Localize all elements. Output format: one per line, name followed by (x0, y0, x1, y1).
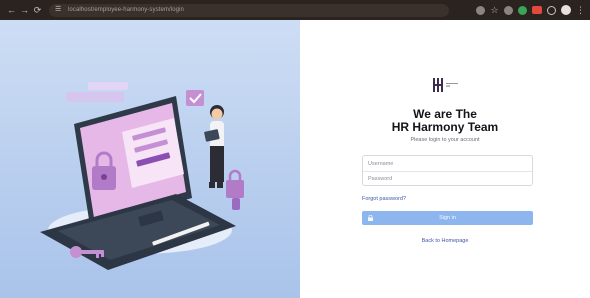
hero-illustration (0, 20, 300, 298)
browser-toolbar: ← → ⟳ ☰ localhost/employee-harmony-syste… (0, 0, 590, 20)
address-url[interactable]: localhost/employee-harmony-system/login (68, 7, 184, 13)
extension-icon[interactable] (532, 6, 542, 14)
back-icon[interactable]: ← (6, 4, 17, 16)
extension-icon[interactable] (504, 5, 513, 15)
reload-icon[interactable]: ⟳ (32, 4, 43, 16)
profile-avatar[interactable] (561, 5, 571, 15)
username-field[interactable]: Username (363, 156, 532, 171)
back-to-homepage-link[interactable]: Back to Homepage (300, 238, 590, 244)
extension-icon[interactable] (547, 5, 556, 15)
password-field[interactable]: Password (363, 171, 532, 186)
sign-in-button[interactable]: Sign in (362, 211, 533, 225)
sign-in-label: Sign in (439, 215, 456, 221)
address-bar[interactable]: ☰ localhost/employee-harmony-system/logi… (49, 3, 449, 17)
title-line-2: HR Harmony Team (391, 120, 499, 134)
bookmark-star-icon[interactable]: ☆ (490, 5, 499, 15)
zoom-icon[interactable] (476, 5, 485, 15)
menu-icon[interactable]: ⋮ (576, 5, 585, 15)
secure-login-illustration (40, 82, 244, 270)
toolbar-actions: ☆ ⋮ (476, 5, 590, 15)
extension-icon[interactable] (518, 5, 527, 15)
forward-icon[interactable]: → (19, 4, 30, 16)
page-content: HR We are The HR Harmony Team Please log… (0, 20, 590, 298)
credentials-form: Username Password (362, 155, 533, 186)
forgot-password-link[interactable]: Forgot password? (362, 196, 406, 202)
site-info-icon[interactable]: ☰ (55, 6, 63, 14)
logo-text: HR (446, 82, 458, 88)
login-panel: HR We are The HR Harmony Team Please log… (300, 20, 590, 298)
company-logo: HR (433, 78, 458, 92)
hr-logo-icon (433, 78, 443, 92)
lock-icon (368, 215, 373, 221)
login-subtitle: Please login to your account (410, 137, 480, 143)
browser-window: ← → ⟳ ☰ localhost/employee-harmony-syste… (0, 0, 590, 298)
login-title: We are The HR Harmony Team (300, 108, 590, 134)
